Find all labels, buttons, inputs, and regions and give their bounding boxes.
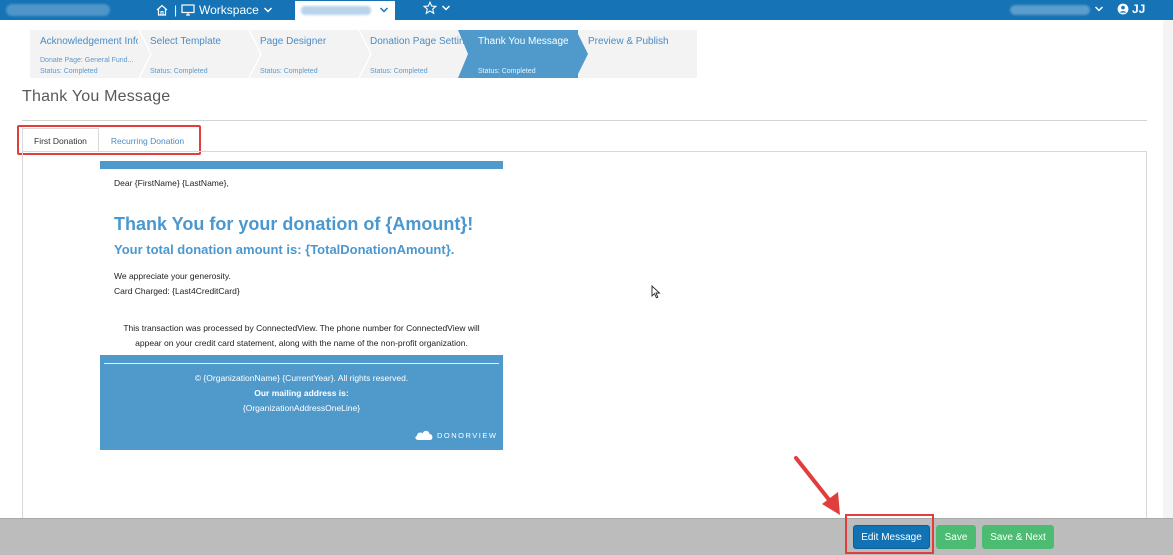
user-avatar-icon bbox=[1117, 3, 1129, 15]
user-menu[interactable]: JJ bbox=[1117, 2, 1145, 16]
email-footer: © {OrganizationName} {CurrentYear}. All … bbox=[100, 355, 503, 450]
save-button[interactable]: Save bbox=[936, 525, 976, 549]
step-status: Status: Completed bbox=[150, 68, 208, 75]
page-title: Thank You Message bbox=[22, 88, 171, 105]
step-title: Thank You Message bbox=[478, 36, 569, 47]
step-divider-chevron bbox=[248, 30, 262, 78]
chevron-down-icon bbox=[379, 7, 389, 13]
donorview-logo: DONORVIEW bbox=[414, 429, 497, 441]
step-subtitle: Donate Page: General Fund... bbox=[40, 57, 134, 64]
chevron-down-icon[interactable] bbox=[1094, 2, 1104, 16]
footer-address: {OrganizationAddressOneLine} bbox=[242, 403, 361, 413]
workspace-menu[interactable]: Workspace bbox=[181, 2, 273, 18]
email-processing-note: This transaction was processed by Connec… bbox=[123, 323, 480, 348]
organization-selector[interactable] bbox=[295, 1, 395, 20]
step-divider-chevron bbox=[458, 30, 470, 78]
vertical-scrollbar[interactable] bbox=[1163, 20, 1173, 518]
user-initials: JJ bbox=[1132, 2, 1146, 16]
favorites-menu[interactable] bbox=[423, 1, 451, 15]
step-status: Status: Completed bbox=[478, 68, 536, 75]
nav-separator: | bbox=[174, 3, 178, 17]
step-title: Preview & Publish bbox=[588, 36, 669, 47]
step-divider-chevron bbox=[358, 30, 372, 78]
save-and-next-button[interactable]: Save & Next bbox=[982, 525, 1054, 549]
brand-logo[interactable] bbox=[6, 4, 110, 16]
monitor-icon bbox=[181, 4, 195, 16]
footer-mailing-label: Our mailing address is: bbox=[254, 388, 349, 398]
account-name-redacted[interactable] bbox=[1010, 5, 1090, 15]
annotation-highlight-edit-button bbox=[845, 514, 934, 554]
step-status: Status: Completed bbox=[260, 68, 318, 75]
mouse-cursor-icon bbox=[651, 285, 661, 299]
star-icon bbox=[423, 1, 437, 15]
step-page-designer[interactable]: Page Designer Status: Completed bbox=[250, 30, 372, 78]
email-subheading: Your total donation amount is: {TotalDon… bbox=[114, 242, 455, 257]
chevron-down-icon bbox=[263, 7, 272, 13]
cloud-icon bbox=[415, 430, 433, 440]
workspace-label: Workspace bbox=[199, 3, 259, 17]
email-heading: Thank You for your donation of {Amount}! bbox=[114, 214, 474, 234]
step-title: Page Designer bbox=[260, 36, 327, 47]
step-status: Status: Completed bbox=[370, 68, 428, 75]
step-title: Select Template bbox=[150, 36, 221, 47]
email-card-charged-line: Card Charged: {Last4CreditCard} bbox=[114, 286, 240, 296]
step-title: Acknowledgement Info bbox=[40, 36, 142, 47]
email-preview: Dear {FirstName} {LastName}, Thank You f… bbox=[100, 161, 503, 450]
title-divider bbox=[22, 120, 1147, 121]
wizard-steps: Acknowledgement Info Donate Page: Genera… bbox=[30, 30, 697, 78]
chevron-down-icon bbox=[441, 5, 451, 11]
footer-rule bbox=[104, 363, 499, 364]
email-greeting: Dear {FirstName} {LastName}, bbox=[114, 178, 229, 188]
step-status: Status: Completed bbox=[40, 68, 98, 75]
step-select-template[interactable]: Select Template Status: Completed bbox=[140, 30, 262, 78]
logo-text: DONORVIEW bbox=[437, 430, 498, 440]
organization-name-redacted bbox=[301, 6, 371, 15]
email-top-stripe bbox=[100, 161, 503, 169]
step-thank-you-message[interactable]: Thank You Message Status: Completed bbox=[458, 30, 588, 78]
footer-copyright: © {OrganizationName} {CurrentYear}. All … bbox=[194, 373, 409, 383]
step-acknowledgement-info[interactable]: Acknowledgement Info Donate Page: Genera… bbox=[30, 30, 152, 78]
annotation-arrow-icon bbox=[794, 456, 840, 515]
top-navigation-bar: | Workspace JJ bbox=[0, 0, 1173, 20]
step-preview-publish[interactable]: Preview & Publish bbox=[578, 30, 697, 78]
step-divider-chevron bbox=[576, 30, 588, 78]
email-appreciation-line: We appreciate your generosity. bbox=[114, 271, 231, 281]
home-icon[interactable] bbox=[155, 3, 169, 17]
step-divider-chevron bbox=[138, 30, 152, 78]
step-donation-page-settings[interactable]: Donation Page Settings Status: Completed bbox=[360, 30, 475, 78]
